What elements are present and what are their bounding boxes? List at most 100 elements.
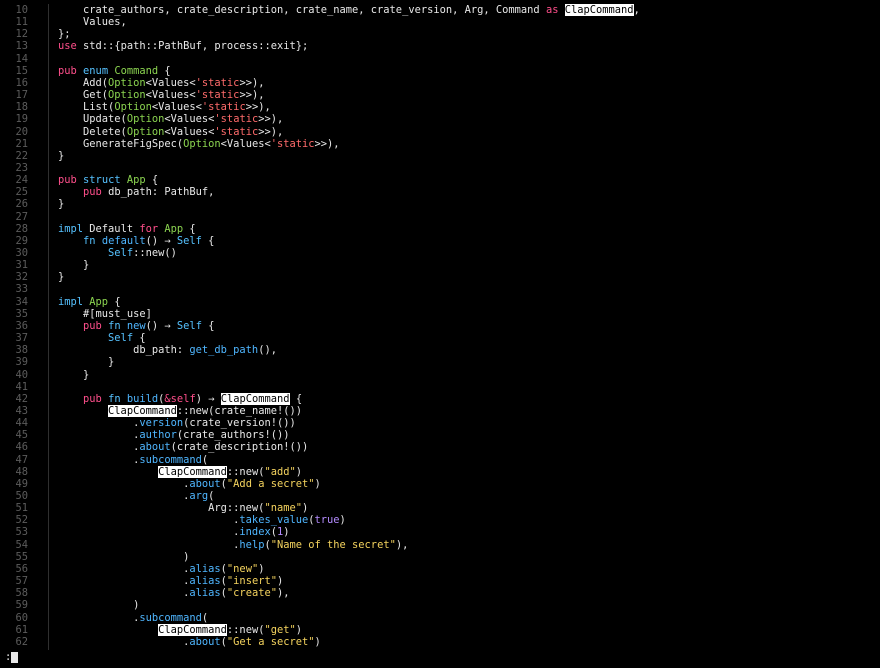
code-line[interactable]: 31 } (0, 259, 880, 271)
code-token: (crate_description!()) (170, 441, 309, 454)
line-number: 44 (15, 417, 28, 430)
code-line[interactable]: 43 ClapCommand::new(crate_name!()) (0, 404, 880, 417)
code-line[interactable]: 49 .about("Add a secret") (0, 478, 880, 490)
code-line[interactable]: 12}; (0, 28, 880, 40)
code-token: ( (201, 453, 209, 466)
code-token: . (58, 490, 190, 502)
code-token: . (58, 587, 190, 600)
code-token: { (133, 332, 146, 345)
code-text: ClapCommand::new("get") (58, 623, 302, 636)
code-line[interactable]: 52 .takes_value(true) (0, 514, 880, 526)
code-line[interactable]: 27 (0, 211, 880, 223)
code-line[interactable]: 44 .version(crate_version!()) (0, 417, 880, 429)
code-line[interactable]: 10 crate_authors, crate_description, cra… (0, 4, 880, 16)
code-token: self (170, 392, 196, 405)
code-line[interactable]: 38 db_path: get_db_path(), (0, 344, 880, 356)
line-number: 58 (15, 587, 28, 600)
code-line[interactable]: 60 .subcommand( (0, 612, 880, 624)
code-text: } (58, 271, 64, 283)
code-line[interactable]: 30 Self::new() (0, 247, 880, 259)
code-line[interactable]: 24 pub struct App { (0, 174, 880, 186)
code-line[interactable]: 29 fn default() → Self { (0, 235, 880, 247)
code-line[interactable]: 58 .alias("create"), (0, 587, 880, 599)
code-line[interactable]: 17 Get(Option<Values<'static>>), (0, 89, 880, 101)
code-token: App (164, 222, 184, 235)
code-line[interactable]: 18 List(Option<Values<'static>>), (0, 101, 880, 113)
code-line[interactable]: 20 Delete(Option<Values<'static>>), (0, 126, 880, 138)
code-line[interactable]: 50 .arg( (0, 490, 880, 502)
code-line[interactable]: 36 pub fn new() → Self { (0, 320, 880, 332)
code-line[interactable]: 48 ClapCommand::new("add") (0, 465, 880, 478)
code-line[interactable]: 35 #[must_use] (0, 308, 880, 320)
code-line[interactable]: 47 .subcommand( (0, 454, 880, 466)
line-number: 42 (15, 392, 28, 405)
line-number: 28 (15, 222, 28, 235)
code-token: () → (145, 234, 177, 247)
code-token: ) (339, 514, 346, 527)
code-line[interactable]: 22} (0, 150, 880, 162)
line-number: 32 (15, 271, 28, 284)
code-line[interactable]: 16 Add(Option<Values<'static>>), (0, 77, 880, 89)
code-line[interactable]: 32} (0, 271, 880, 283)
code-line[interactable]: 59 ) (0, 599, 880, 611)
code-text: pub enum Command { (58, 65, 171, 77)
code-text: .alias("new") (58, 563, 264, 575)
code-token: Self (108, 332, 134, 345)
code-line[interactable]: 14 (0, 53, 880, 65)
code-text: .about(crate_description!()) (58, 441, 308, 453)
code-line[interactable]: 26} (0, 198, 880, 210)
code-line[interactable]: 39 } (0, 356, 880, 368)
code-line[interactable]: 45 .author(crate_authors!()) (0, 429, 880, 441)
code-line[interactable]: 23 (0, 162, 880, 174)
code-editor[interactable]: 10 crate_authors, crate_description, cra… (0, 4, 880, 650)
code-token: . (58, 562, 190, 575)
line-number: 30 (15, 247, 28, 259)
line-number: 34 (15, 295, 28, 308)
line-number: 55 (15, 550, 28, 563)
code-token: App (89, 295, 109, 308)
code-token: }; (58, 28, 71, 41)
code-token: Option (183, 137, 221, 150)
code-line[interactable]: 15 pub enum Command { (0, 65, 880, 77)
code-token: db_path: PathBuf, (101, 186, 215, 199)
code-line[interactable]: 61 ClapCommand::new("get") (0, 623, 880, 636)
code-line[interactable]: 54 .help("Name of the secret"), (0, 539, 880, 551)
code-line[interactable]: 19 Update(Option<Values<'static>>), (0, 113, 880, 125)
code-line[interactable]: 11 Values, (0, 16, 880, 28)
code-text: pub struct App { (58, 174, 158, 186)
code-line[interactable]: 46 .about(crate_description!()) (0, 441, 880, 453)
code-token: >>), (314, 137, 340, 150)
code-token: ), (395, 538, 409, 551)
code-line[interactable]: 25 pub db_path: PathBuf, (0, 186, 880, 198)
code-line[interactable]: 37 Self { (0, 332, 880, 344)
code-line[interactable]: 34 impl App { (0, 296, 880, 308)
code-token: >>), (258, 113, 284, 126)
line-number: 54 (15, 538, 28, 551)
code-token: impl (58, 295, 84, 308)
code-line[interactable]: 40 } (0, 369, 880, 381)
code-token: db_path: (58, 344, 190, 357)
code-line[interactable]: 56 .alias("new") (0, 563, 880, 575)
code-token: { (145, 174, 159, 187)
code-text: fn default() → Self { (58, 235, 214, 247)
gutter-separator (48, 4, 49, 650)
code-line[interactable]: 53 .index(1) (0, 526, 880, 538)
code-line[interactable]: 13 use std::{path::PathBuf, process::exit… (0, 40, 880, 52)
code-line[interactable]: 33 (0, 283, 880, 295)
code-line[interactable]: 51 Arg::new("name") (0, 502, 880, 514)
code-text: ClapCommand::new(crate_name!()) (58, 404, 302, 417)
code-text: } (58, 150, 64, 162)
command-line[interactable]: : (5, 651, 19, 663)
code-line[interactable]: 42 pub fn build(&self) → ClapCommand { (0, 392, 880, 405)
code-line[interactable]: 62 .about("Get a secret") (0, 636, 880, 648)
code-line[interactable]: 21 GenerateFigSpec(Option<Values<'static… (0, 138, 880, 150)
code-line[interactable]: 55 ) (0, 551, 880, 563)
code-line[interactable]: 57 .alias("insert") (0, 575, 880, 587)
code-token: <Values< (220, 137, 271, 150)
code-token: . (58, 611, 140, 624)
code-line[interactable]: 28 impl Default for App { (0, 223, 880, 235)
code-line[interactable]: 41 (0, 381, 880, 393)
line-number: 33 (15, 283, 28, 296)
